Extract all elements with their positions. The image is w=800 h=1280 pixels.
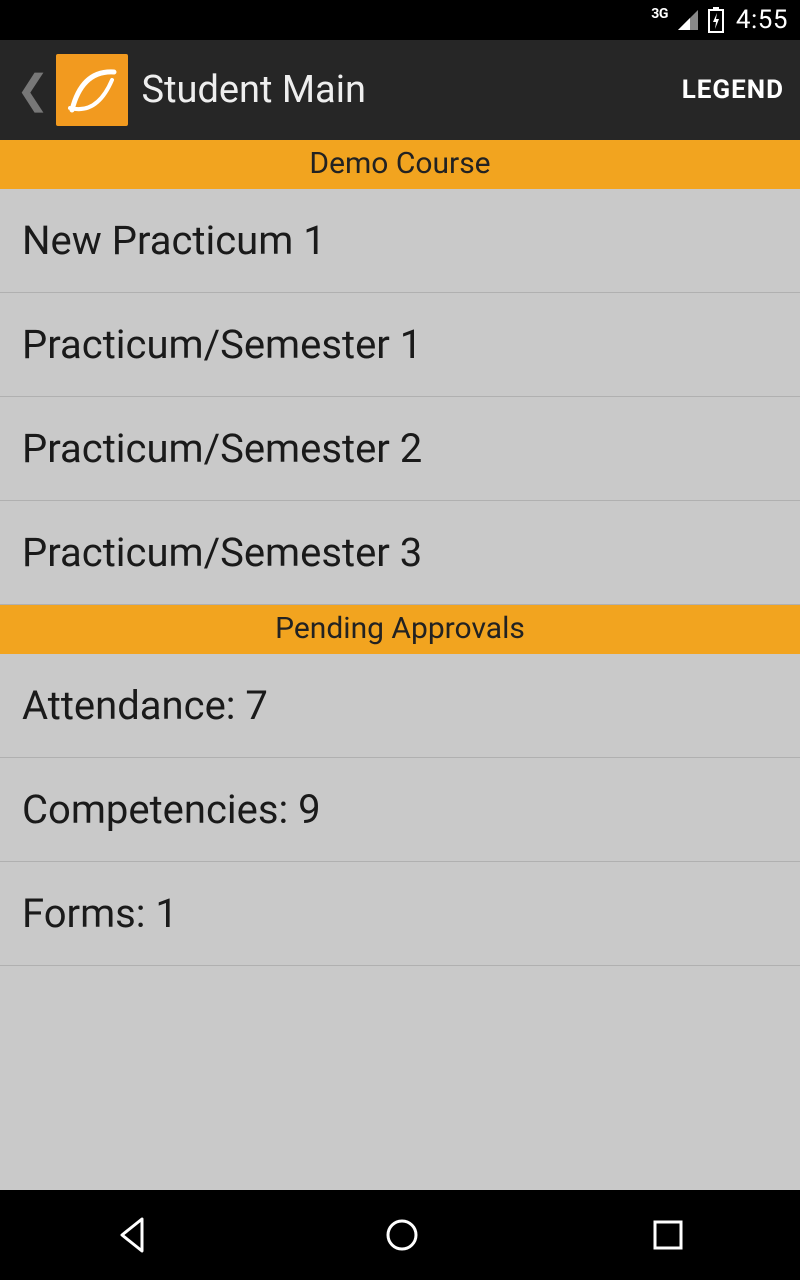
back-chevron-icon[interactable]: ❮ xyxy=(16,70,50,110)
list-item[interactable]: Attendance: 7 xyxy=(0,654,800,758)
list-item[interactable]: Practicum/Semester 1 xyxy=(0,293,800,397)
section-header-course: Demo Course xyxy=(0,140,800,189)
app-logo-icon[interactable] xyxy=(56,54,128,126)
list-item[interactable]: New Practicum 1 xyxy=(0,189,800,293)
content-area: Demo Course New Practicum 1 Practicum/Se… xyxy=(0,140,800,1190)
status-bar: 3G 4:55 xyxy=(0,0,800,40)
clock: 4:55 xyxy=(736,5,788,35)
navigation-bar xyxy=(0,1190,800,1280)
legend-button[interactable]: LEGEND xyxy=(682,75,784,105)
nav-recent-button[interactable] xyxy=(650,1217,686,1253)
nav-home-button[interactable] xyxy=(382,1215,422,1255)
network-indicator: 3G xyxy=(651,6,668,22)
app-bar: ❮ Student Main LEGEND xyxy=(0,40,800,140)
signal-icon xyxy=(676,8,700,32)
list-item[interactable]: Forms: 1 xyxy=(0,862,800,966)
list-item[interactable]: Practicum/Semester 3 xyxy=(0,501,800,605)
battery-charging-icon xyxy=(708,7,724,33)
nav-back-button[interactable] xyxy=(114,1215,154,1255)
list-item[interactable]: Practicum/Semester 2 xyxy=(0,397,800,501)
page-title: Student Main xyxy=(142,68,366,112)
section-header-approvals: Pending Approvals xyxy=(0,605,800,654)
list-item[interactable]: Competencies: 9 xyxy=(0,758,800,862)
